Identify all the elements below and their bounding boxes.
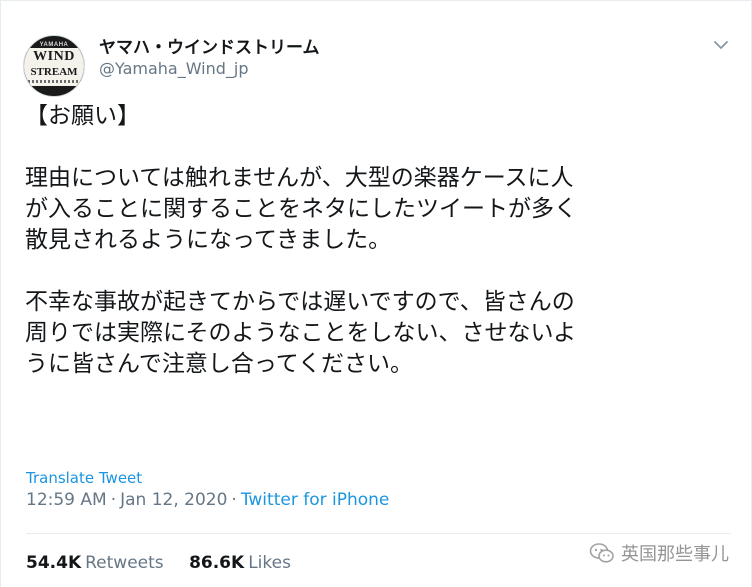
- tweet-line: 理由については触れませんが、大型の楽器ケースに人: [25, 165, 574, 191]
- translate-tweet-link[interactable]: Translate Tweet: [26, 469, 142, 487]
- wechat-icon: [589, 543, 614, 563]
- retweets-label: Retweets: [85, 553, 164, 573]
- tweet-date[interactable]: Jan 12, 2020: [120, 490, 227, 510]
- tweet-line: が入ることに関することをネタにしたツイートが多く: [25, 196, 577, 222]
- retweets-stat[interactable]: 54.4K Retweets: [26, 553, 164, 573]
- meta-separator: ·: [231, 490, 237, 510]
- tweet-card: YAMAHA WIND STREAM ヤマハ・ウインドストリーム @Yamaha…: [0, 0, 752, 587]
- tweet-stats: 54.4K Retweets 86.6K Likes: [26, 553, 311, 573]
- likes-label: Likes: [248, 553, 291, 573]
- avatar[interactable]: YAMAHA WIND STREAM: [23, 35, 85, 97]
- avatar-logo-subline: [24, 80, 84, 83]
- tweet-line: 【お願い】: [25, 103, 140, 129]
- chevron-down-icon[interactable]: [713, 36, 729, 49]
- watermark-text: 英国那些事儿: [621, 544, 729, 565]
- tweet-line: うに皆さんで注意し合ってください。: [25, 351, 414, 377]
- tweet-source-link[interactable]: Twitter for iPhone: [241, 490, 390, 510]
- tweet-meta: 12:59 AM · Jan 12, 2020 · Twitter for iPhone: [26, 490, 389, 510]
- avatar-logo-line1: WIND: [33, 49, 75, 64]
- meta-separator: ·: [110, 490, 117, 510]
- display-name[interactable]: ヤマハ・ウインドストリーム: [99, 33, 320, 58]
- stats-divider: [26, 533, 731, 534]
- user-handle[interactable]: @Yamaha_Wind_jp: [99, 59, 249, 78]
- tweet-time[interactable]: 12:59 AM: [26, 490, 107, 510]
- tweet-text: 【お願い】 理由については触れませんが、大型の楽器ケースに人 が入ることに関する…: [25, 101, 725, 380]
- likes-stat[interactable]: 86.6K Likes: [189, 553, 291, 573]
- top-border: [1, 0, 752, 1]
- retweets-count: 54.4K: [26, 553, 82, 573]
- watermark: 英国那些事儿: [589, 538, 729, 568]
- tweet-line: 不幸な事故が起きてからでは遅いですので、皆さんの: [25, 289, 575, 315]
- likes-count: 86.6K: [189, 553, 245, 573]
- tweet-line: 散見されるようになってきました。: [25, 227, 392, 253]
- tweet-line: 周りでは実際にそのようなことをしない、させないよ: [25, 320, 577, 346]
- avatar-logo-line2: STREAM: [30, 66, 78, 78]
